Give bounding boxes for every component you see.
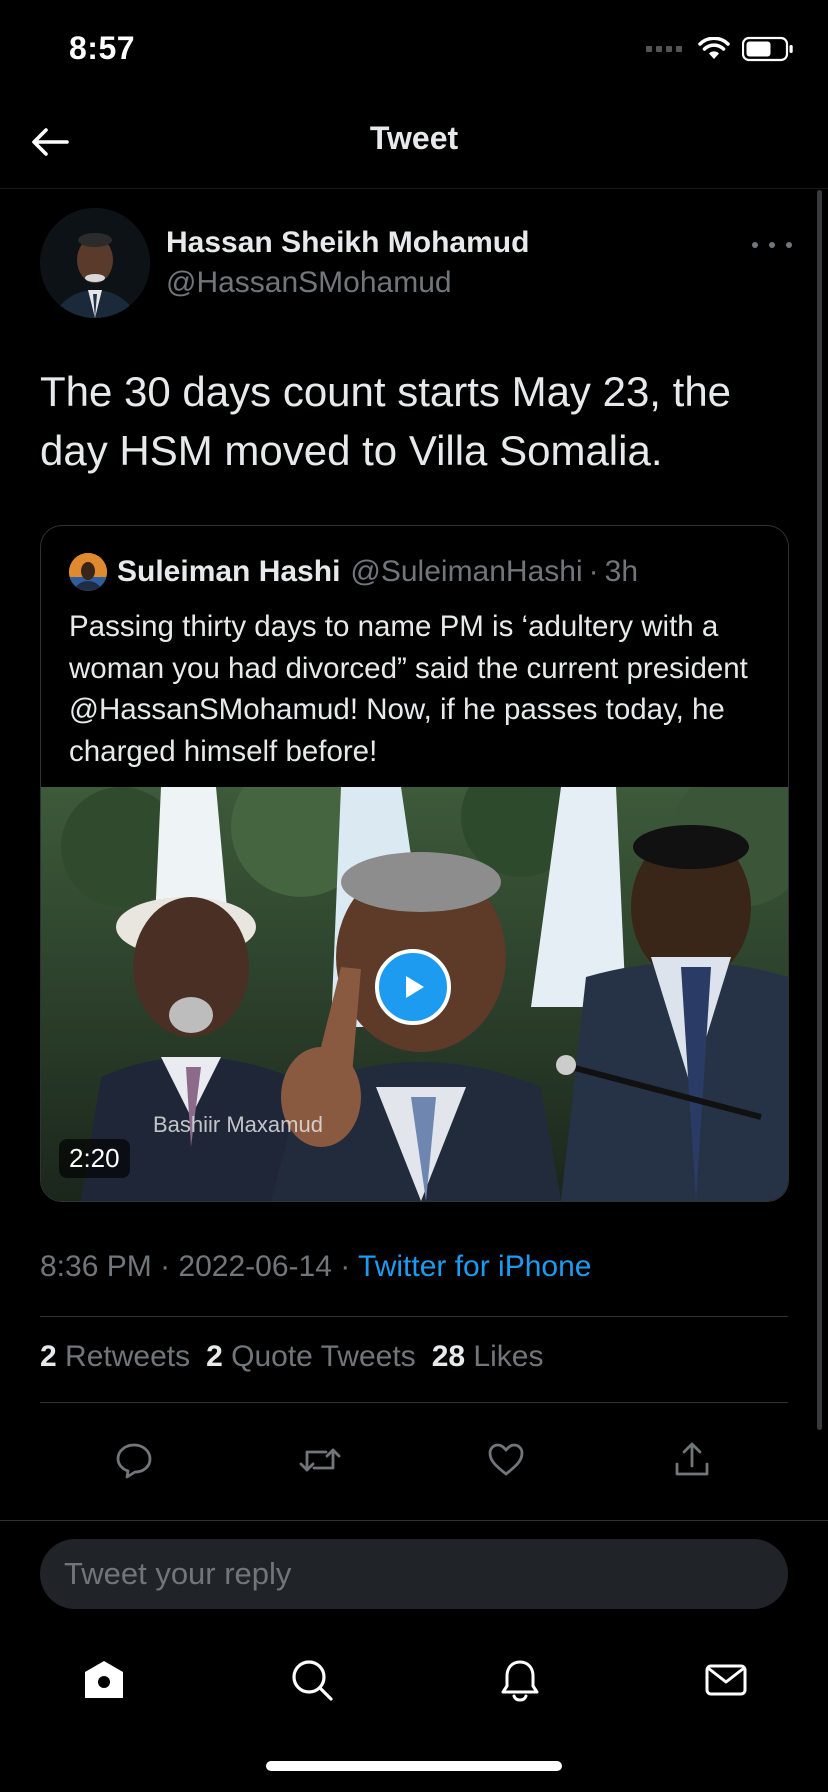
likes-label: Likes [473, 1340, 544, 1373]
author-avatar[interactable] [40, 208, 150, 318]
quote-tweets-stat[interactable]: 2 Quote Tweets [206, 1340, 416, 1374]
play-icon [406, 976, 424, 998]
home-indicator[interactable] [266, 1761, 562, 1771]
tweet-text: The 30 days count starts May 23, the day… [40, 368, 732, 474]
battery-icon [742, 36, 794, 62]
quoted-tweet-header: Suleiman Hashi @SuleimanHashi · 3h [69, 552, 638, 592]
quote-author-handle: @SuleimanHashi [350, 555, 583, 588]
scrollbar[interactable] [817, 190, 822, 1430]
retweets-count: 2 [40, 1340, 57, 1373]
tweet-client-link[interactable]: Twitter for iPhone [358, 1250, 591, 1283]
quote-separator: · [588, 555, 599, 588]
search-icon [292, 1660, 333, 1701]
status-icons [646, 36, 794, 62]
play-button[interactable] [375, 949, 451, 1025]
nav-bar: Tweet [0, 96, 828, 189]
tweet-date: 2022-06-14 [178, 1250, 332, 1283]
meta-separator: · [340, 1250, 351, 1283]
likes-count: 28 [431, 1340, 466, 1373]
quote-text: Passing thirty days to name PM is ‘adult… [69, 610, 748, 768]
author-handle[interactable]: @HassanSMohamud [166, 266, 452, 300]
retweet-icon [299, 1448, 341, 1472]
more-dot [769, 242, 775, 248]
reply-button[interactable] [104, 1430, 164, 1490]
quote-tweets-count: 2 [206, 1340, 223, 1373]
tweet-stats: 2 Retweets 2 Quote Tweets 28 Likes [40, 1340, 543, 1374]
notifications-icon [501, 1660, 539, 1702]
messages-icon [705, 1664, 747, 1696]
quote-timestamp: 3h [604, 555, 639, 588]
tab-messages[interactable] [696, 1650, 756, 1710]
tab-search[interactable] [282, 1650, 342, 1710]
retweets-label: Retweets [65, 1340, 191, 1373]
reply-input[interactable] [40, 1539, 788, 1609]
wifi-icon [698, 37, 730, 61]
status-bar: 8:57 [0, 0, 828, 96]
tweet-time: 8:36 PM [40, 1250, 152, 1283]
share-icon [675, 1442, 709, 1476]
more-dot [786, 242, 792, 248]
reply-icon [116, 1443, 152, 1479]
meta-separator: · [160, 1250, 171, 1283]
divider [40, 1402, 788, 1403]
likes-stat[interactable]: 28 Likes [432, 1340, 544, 1374]
retweet-button[interactable] [290, 1430, 350, 1490]
share-button[interactable] [662, 1430, 722, 1490]
video-duration: 2:20 [59, 1139, 130, 1178]
tweet-actions [0, 1420, 828, 1500]
retweets-stat[interactable]: 2 Retweets [40, 1340, 190, 1374]
like-button[interactable] [476, 1430, 536, 1490]
quote-tweets-label: Quote Tweets [231, 1340, 416, 1373]
author-name[interactable]: Hassan Sheikh Mohamud [166, 226, 529, 260]
more-dot [752, 242, 758, 248]
divider [40, 1316, 788, 1317]
tweet-meta: 8:36 PM · 2022-06-14 · Twitter for iPhon… [40, 1250, 591, 1284]
video-caption: Bashiir Maxamud [153, 1112, 323, 1137]
bottom-tab-bar [0, 1640, 828, 1710]
video-thumbnail[interactable]: Bashiir Maxamud 2:20 [41, 787, 788, 1201]
home-icon [85, 1661, 123, 1698]
quoted-tweet-card[interactable]: Suleiman Hashi @SuleimanHashi · 3h Passi… [40, 525, 789, 1202]
more-options-button[interactable] [752, 230, 792, 260]
reply-area-divider [0, 1520, 828, 1521]
heart-icon [488, 1443, 524, 1476]
tab-home[interactable] [74, 1650, 134, 1710]
quote-author-name: Suleiman Hashi [117, 555, 341, 588]
tab-notifications[interactable] [490, 1650, 550, 1710]
page-title: Tweet [369, 120, 459, 156]
cellular-signal-icon [646, 46, 682, 52]
status-time: 8:57 [69, 30, 136, 66]
quote-author-avatar [69, 553, 107, 591]
